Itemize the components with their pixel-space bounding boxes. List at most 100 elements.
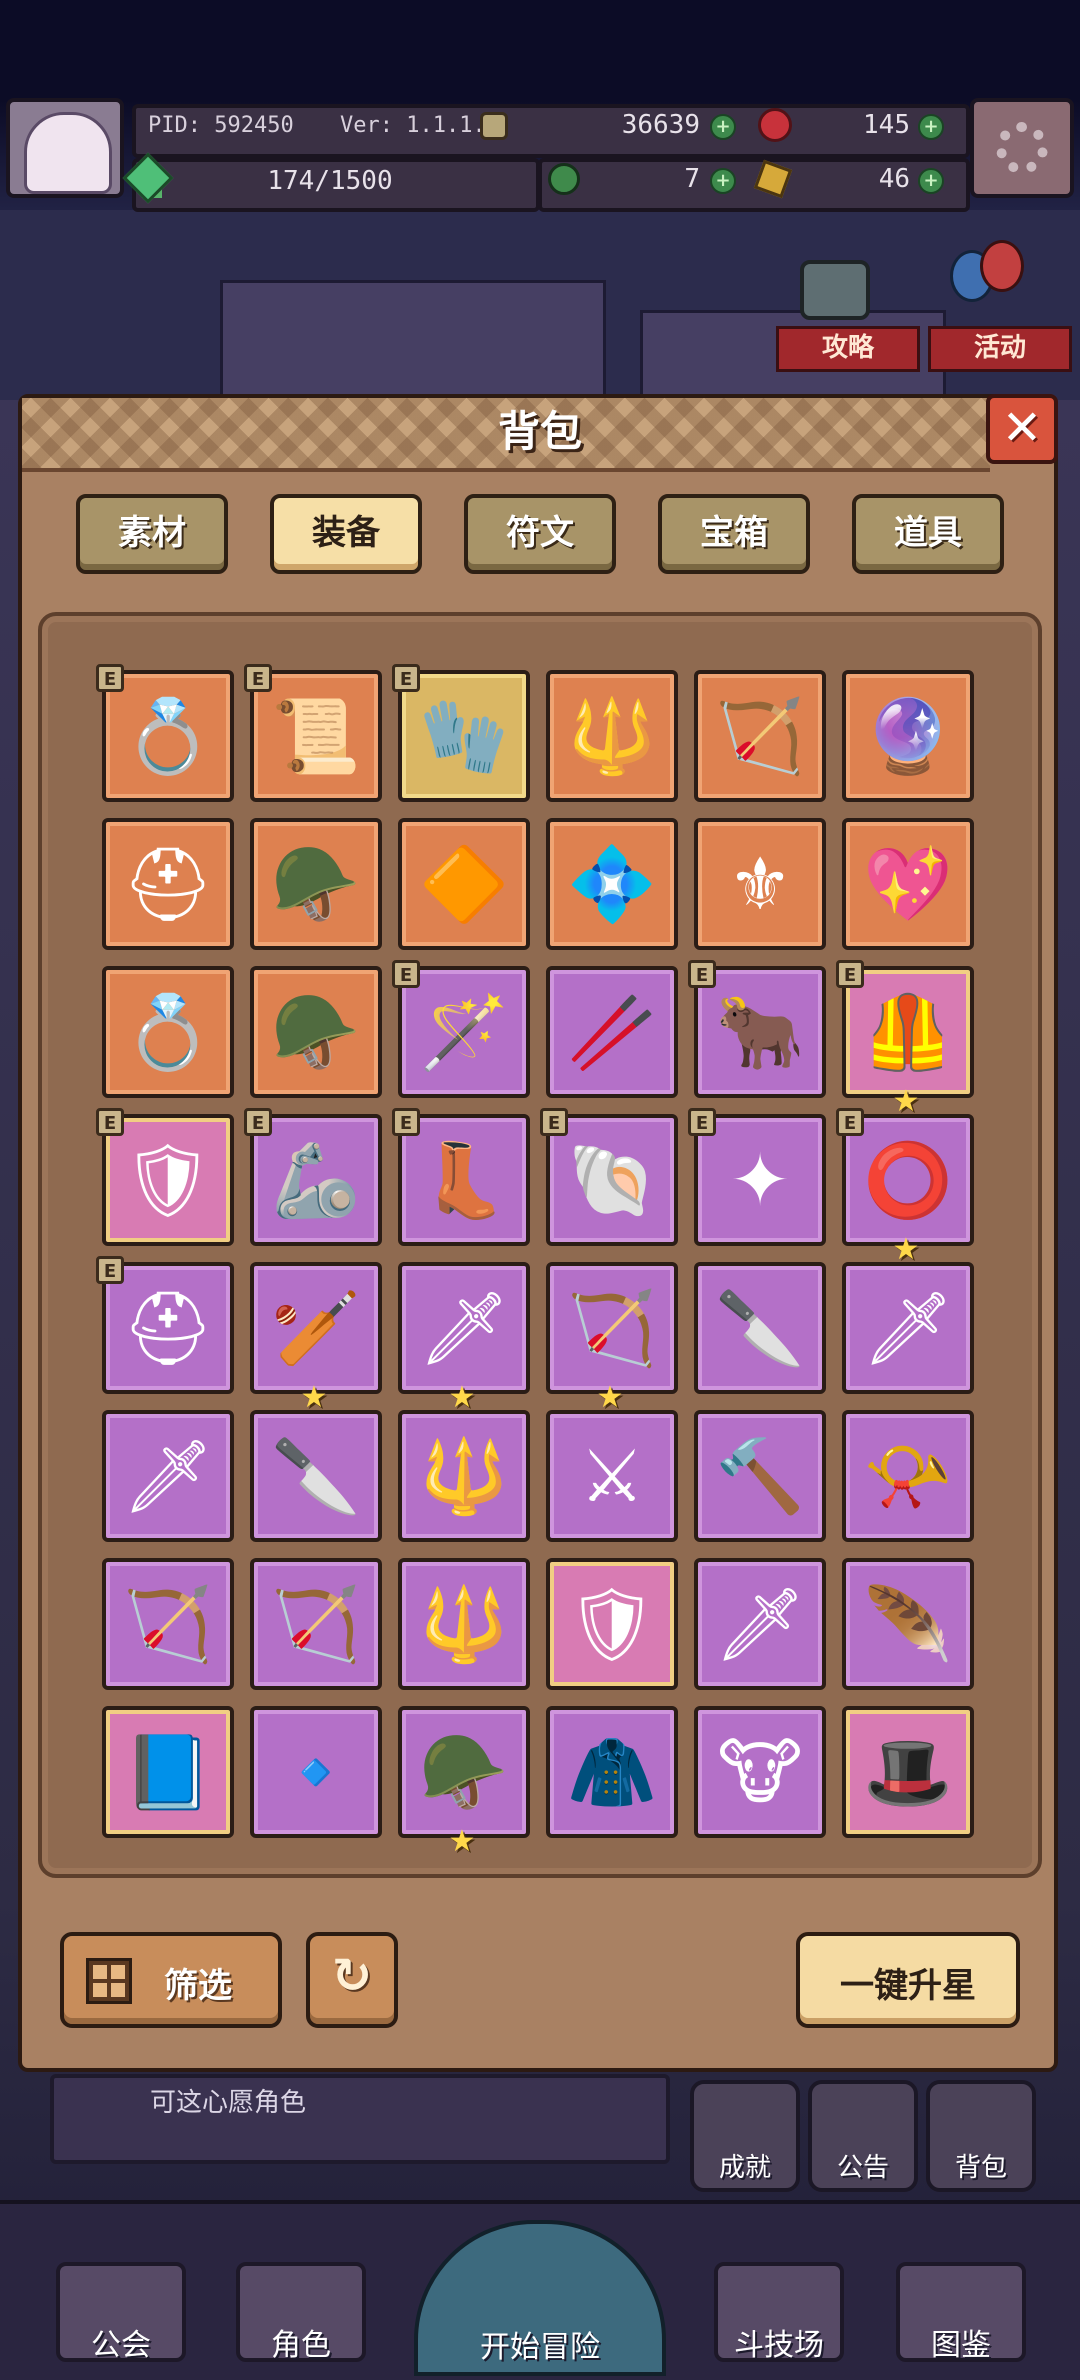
player-avatar[interactable] — [6, 98, 124, 198]
add-key-icon[interactable]: + — [918, 168, 944, 194]
inventory-slot[interactable]: 🗡 — [102, 1410, 234, 1542]
heart-necklace-icon: 💖 — [863, 842, 953, 926]
equipped-badge: E — [836, 960, 864, 988]
inventory-slot[interactable]: ⚜ — [694, 818, 826, 950]
inventory-slot[interactable]: 🥢 — [546, 966, 678, 1098]
inventory-slot[interactable]: 💍 — [102, 966, 234, 1098]
tab-chests[interactable]: 宝箱 — [658, 494, 810, 574]
inventory-slot[interactable]: ⛑ E — [96, 1256, 234, 1394]
refresh-button[interactable]: ↻ — [306, 1932, 398, 2028]
upgrade-all-label: 一键升星 — [840, 1966, 976, 2006]
upgrade-all-button[interactable]: 一键升星 — [796, 1932, 1020, 2028]
inventory-slot[interactable]: ✦ E — [688, 1108, 826, 1246]
inventory-slot[interactable]: 🔱 — [546, 670, 678, 802]
inventory-slot[interactable]: 🔱 — [398, 1558, 530, 1690]
hood-icon: ⛑ — [122, 842, 214, 926]
inventory-slot[interactable]: 🎩 — [842, 1706, 974, 1838]
inventory-slot[interactable]: 🏹 — [694, 670, 826, 802]
inventory-slot[interactable]: 🦺 E ★ — [836, 960, 974, 1118]
bull-armor-icon: 🐂 — [715, 990, 805, 1074]
inventory-slot[interactable]: 👢 E — [392, 1108, 530, 1246]
inventory-slot[interactable]: 🏏 ★ — [250, 1262, 382, 1414]
tab-equipment[interactable]: 装备 — [270, 494, 422, 574]
inventory-slot[interactable]: 🪖 — [250, 818, 382, 950]
inventory-slot[interactable]: 💍 E — [96, 664, 234, 802]
add-clover-icon[interactable]: + — [710, 168, 736, 194]
inventory-slot[interactable]: 🦾 E — [244, 1108, 382, 1246]
inventory-slot[interactable]: 🐮 — [694, 1706, 826, 1838]
notice-button[interactable]: 公告 — [808, 2080, 918, 2192]
inventory-slot[interactable]: 🧤 E — [392, 664, 530, 802]
achievement-button[interactable]: 成就 — [690, 2080, 800, 2192]
equipped-badge: E — [392, 664, 420, 692]
inventory-slot[interactable]: ⛑ — [102, 818, 234, 950]
boots-icon: 👢 — [419, 1138, 509, 1222]
backpack-button[interactable]: 背包 — [926, 2080, 1036, 2192]
tab-runes[interactable]: 符文 — [464, 494, 616, 574]
activity-button[interactable]: 活动 — [928, 326, 1072, 372]
inventory-slot[interactable]: 💖 — [842, 818, 974, 950]
add-gold-icon[interactable]: + — [710, 114, 736, 140]
add-gem-icon[interactable]: + — [918, 114, 944, 140]
inventory-slot[interactable]: 💠 — [546, 818, 678, 950]
mace-icon: 🏏 — [271, 1286, 361, 1370]
inventory-slot[interactable]: 🧥 — [546, 1706, 678, 1838]
nav-codex[interactable]: 图鉴 — [896, 2262, 1026, 2363]
nav-guild[interactable]: 公会 — [56, 2262, 186, 2363]
inventory-slot[interactable]: 🔱 — [398, 1410, 530, 1542]
tab-items[interactable]: 道具 — [852, 494, 1004, 574]
settings-button[interactable] — [970, 98, 1074, 198]
refresh-icon: ↻ — [331, 1948, 373, 2004]
inventory-slot[interactable]: 🏹 ★ — [546, 1262, 678, 1414]
equipped-badge: E — [688, 1108, 716, 1136]
guide-button[interactable]: 攻略 — [776, 326, 920, 372]
inventory-slot[interactable]: 🐂 E — [688, 960, 826, 1098]
inventory-slot[interactable]: ⚔ — [546, 1410, 678, 1542]
inventory-slot[interactable]: 📯 — [842, 1410, 974, 1542]
inventory-slot[interactable]: 🛡 — [546, 1558, 678, 1690]
inventory-slot[interactable]: 🏹 — [250, 1558, 382, 1690]
orb-icon: 🔮 — [863, 694, 953, 778]
stone-ring-icon: ⭕ — [863, 1138, 953, 1222]
pauldron-icon: 🦾 — [271, 1138, 361, 1222]
chat-bubble-icon — [800, 260, 870, 320]
inventory-slot[interactable]: 🪄 E — [392, 960, 530, 1098]
green-cloak-icon: 🧥 — [567, 1730, 657, 1814]
copy-icon[interactable] — [480, 112, 508, 140]
nav-character[interactable]: 角色 — [236, 2262, 366, 2363]
avatar-portrait — [24, 112, 112, 194]
inventory-slot[interactable]: 📘 — [102, 1706, 234, 1838]
inventory-slot[interactable]: 🐚 E — [540, 1108, 678, 1246]
inventory-slot[interactable]: 🔨 — [694, 1410, 826, 1542]
inventory-slot[interactable]: 🔹 — [250, 1706, 382, 1838]
inventory-slot[interactable]: 🔮 — [842, 670, 974, 802]
equipped-badge: E — [392, 960, 420, 988]
inventory-slot[interactable]: 🗡 — [842, 1262, 974, 1394]
nav-arena[interactable]: 斗技场 — [714, 2262, 844, 2363]
inventory-slot[interactable]: 🏹 — [102, 1558, 234, 1690]
achievement-label: 成就 — [718, 2153, 771, 2183]
inventory-slot[interactable]: 🔪 — [250, 1410, 382, 1542]
inventory-slot[interactable]: 🪖 ★ — [398, 1706, 530, 1858]
inventory-slot[interactable]: 🪖 — [250, 966, 382, 1098]
filter-button[interactable]: 筛选 — [60, 1932, 282, 2028]
inventory-slot[interactable]: 📜 E — [244, 664, 382, 802]
balloons-icon — [950, 240, 1040, 320]
inventory-slot[interactable]: ⭕ E ★ — [836, 1108, 974, 1266]
version-label: Ver: 1.1.1.3 — [340, 113, 499, 138]
equipped-badge: E — [96, 1108, 124, 1136]
star-charm-icon: ✦ — [729, 1138, 791, 1222]
backpack-label: 背包 — [954, 2153, 1007, 2183]
gem-amulet-icon: 🔶 — [419, 842, 509, 926]
inventory-slot[interactable]: 🛡 E — [96, 1108, 234, 1246]
inventory-slot[interactable]: 🪶 — [842, 1558, 974, 1690]
inventory-slot[interactable]: 🗡 ★ — [398, 1262, 530, 1414]
glove-icon: 🧤 — [419, 694, 509, 778]
inventory-slot[interactable]: 🔶 — [398, 818, 530, 950]
inventory-slot[interactable]: 🔪 — [694, 1262, 826, 1394]
nav-codex-label: 图鉴 — [931, 2328, 991, 2363]
close-button[interactable]: ✕ — [986, 394, 1058, 464]
inventory-slot[interactable]: 🗡 — [694, 1558, 826, 1690]
wand-icon: 🔱 — [567, 694, 657, 778]
tab-materials[interactable]: 素材 — [76, 494, 228, 574]
